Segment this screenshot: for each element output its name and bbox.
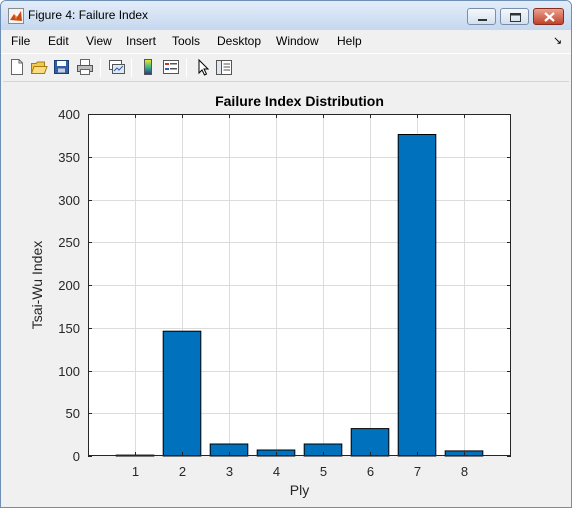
colorbar-button[interactable] [139, 58, 157, 76]
title-bar[interactable]: Figure 4: Failure Index [1, 1, 571, 30]
dock-arrow-icon[interactable]: ↘ [553, 34, 562, 47]
menu-file[interactable]: File [11, 34, 30, 48]
toolbar-separator [131, 58, 132, 77]
x-tick-label: 2 [179, 464, 186, 479]
y-tick-label: 350 [58, 150, 80, 165]
figure-window: Figure 4: Failure Index File Edit View I… [0, 0, 572, 508]
pointer-icon [198, 58, 210, 76]
y-axis-label: Tsai-Wu Index [29, 241, 45, 329]
open-file-icon [30, 61, 48, 74]
minimize-button[interactable] [467, 8, 496, 25]
x-tick-label: 4 [273, 464, 280, 479]
menu-tools[interactable]: Tools [172, 34, 200, 48]
y-tick-labels: 0 50 100 150 200 250 300 350 400 [58, 107, 80, 464]
legend-button[interactable] [162, 58, 180, 76]
property-inspector-icon [216, 60, 232, 75]
colorbar-icon [144, 59, 152, 75]
property-inspector-button[interactable] [215, 58, 233, 76]
close-button[interactable] [533, 8, 564, 25]
open-file-button[interactable] [30, 58, 48, 76]
menu-window[interactable]: Window [276, 34, 319, 48]
save-button[interactable] [53, 58, 71, 76]
x-axis-label: Ply [290, 482, 309, 498]
x-tick-labels: 1 2 3 4 5 6 7 8 [132, 464, 468, 479]
menu-edit[interactable]: Edit [48, 34, 69, 48]
menu-bar: File Edit View Insert Tools Desktop Wind… [1, 31, 571, 52]
y-tick-label: 250 [58, 235, 80, 250]
print-button[interactable] [76, 58, 94, 76]
figure-toolbar [1, 53, 571, 80]
menu-help[interactable]: Help [337, 34, 362, 48]
chart-title: Failure Index Distribution [215, 93, 384, 109]
menu-desktop[interactable]: Desktop [217, 34, 261, 48]
y-tick-label: 50 [66, 406, 80, 421]
new-figure-icon [11, 59, 23, 75]
x-tick-label: 1 [132, 464, 139, 479]
matlab-icon [8, 8, 24, 24]
minimize-icon [478, 19, 487, 21]
x-tick-label: 3 [226, 464, 233, 479]
menu-insert[interactable]: Insert [126, 34, 156, 48]
bar-ply-2 [162, 330, 202, 457]
print-icon [77, 59, 93, 75]
close-icon [544, 12, 555, 22]
window-title: Figure 4: Failure Index [28, 8, 149, 22]
legend-icon [163, 60, 179, 74]
toolbar-separator [100, 58, 101, 77]
maximize-icon [510, 13, 521, 22]
link-plot-icon [109, 60, 125, 74]
y-tick-label: 150 [58, 321, 80, 336]
maximize-button[interactable] [500, 8, 529, 25]
y-tick-label: 100 [58, 364, 80, 379]
edit-plot-button[interactable] [194, 58, 212, 76]
y-tick-label: 300 [58, 193, 80, 208]
new-figure-button[interactable] [8, 58, 26, 76]
x-tick-label: 6 [367, 464, 374, 479]
y-tick-label: 200 [58, 278, 80, 293]
menu-view[interactable]: View [86, 34, 112, 48]
figure-canvas[interactable]: 1 2 3 4 5 6 7 8 0 50 100 150 200 250 300 350 400 Failur… [1, 83, 571, 507]
toolbar-separator [186, 58, 187, 77]
x-tick-label: 5 [320, 464, 327, 479]
toolbar-divider [3, 81, 569, 82]
save-icon [54, 60, 69, 74]
bar-chart[interactable]: 1 2 3 4 5 6 7 8 0 50 100 150 200 250 300 350 400 Failur… [1, 83, 571, 507]
bar-ply-7 [397, 134, 437, 457]
bar-ply-6 [350, 428, 390, 457]
link-plot-button[interactable] [107, 58, 125, 76]
y-tick-label: 400 [58, 107, 80, 122]
y-tick-label: 0 [73, 449, 80, 464]
x-tick-label: 7 [414, 464, 421, 479]
x-tick-label: 8 [461, 464, 468, 479]
